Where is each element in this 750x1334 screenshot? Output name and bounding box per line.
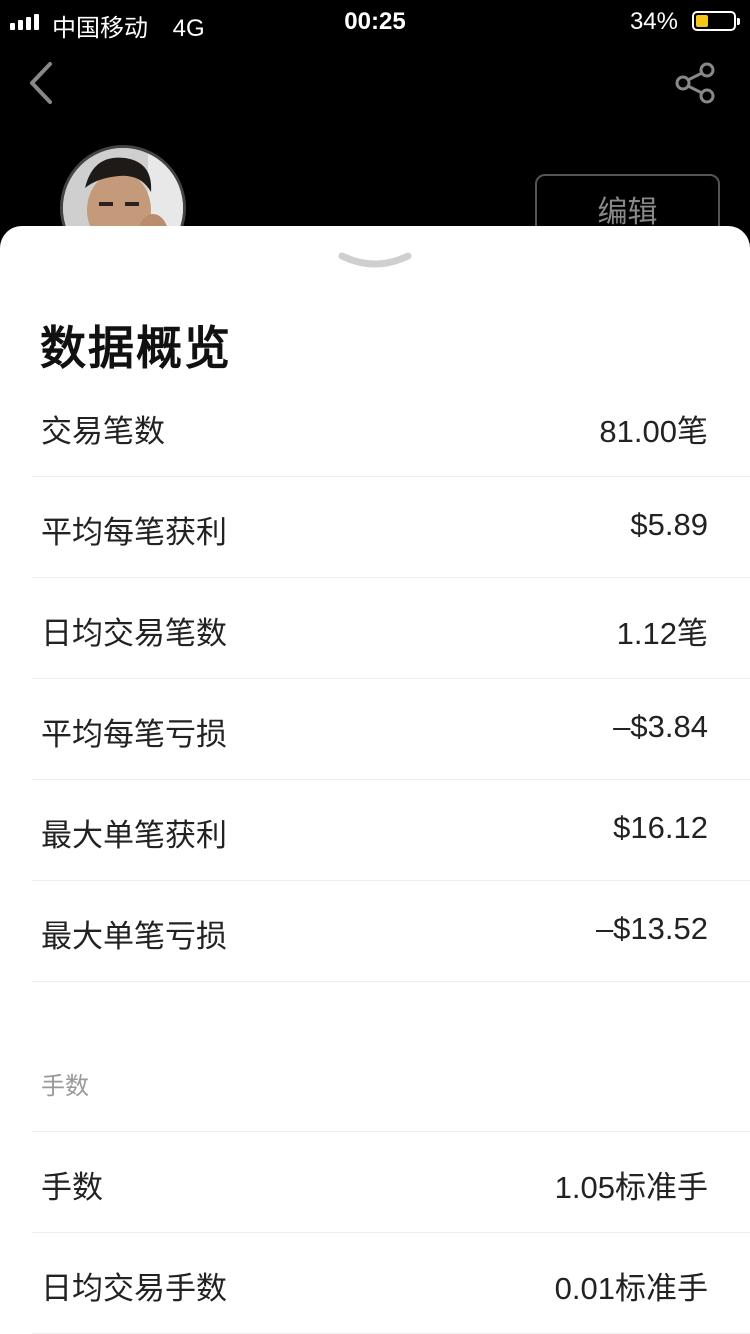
sheet-title: 数据概览 xyxy=(40,322,232,374)
stat-value: 1.05标准手 xyxy=(554,1170,708,1205)
stat-value: –$13.52 xyxy=(595,911,708,946)
stat-value: 81.00笔 xyxy=(599,414,708,449)
stat-value: 0.01标准手 xyxy=(554,1271,708,1306)
stat-row-avg-profit: 平均每笔获利 $5.89 xyxy=(32,477,750,578)
stat-row-avg-loss: 平均每笔亏损 –$3.84 xyxy=(32,679,750,780)
battery-percent: 34% xyxy=(629,8,678,35)
sheet-collapse-handle[interactable] xyxy=(338,250,412,274)
status-bar: 中国移动 4G 00:25 34% xyxy=(0,0,750,42)
share-icon xyxy=(675,62,715,104)
stat-row-max-profit: 最大单笔获利 $16.12 xyxy=(32,780,750,881)
chevron-left-icon xyxy=(30,62,52,104)
stat-row-daily-lots: 日均交易手数 0.01标准手 xyxy=(32,1233,750,1334)
section-header-lots: 手数 xyxy=(32,982,750,1132)
stat-value: –$3.84 xyxy=(613,709,708,744)
chevron-down-icon xyxy=(338,252,412,268)
stat-label: 最大单笔亏损 xyxy=(41,919,227,954)
section-label: 手数 xyxy=(41,1073,89,1100)
stat-value: 1.12笔 xyxy=(616,616,708,651)
back-button[interactable] xyxy=(26,58,66,108)
stat-row-max-loss: 最大单笔亏损 –$13.52 xyxy=(32,881,750,982)
share-button[interactable] xyxy=(674,62,718,104)
stat-label: 手数 xyxy=(41,1170,103,1205)
stat-label: 最大单笔获利 xyxy=(41,818,227,853)
stat-row-daily-trades: 日均交易笔数 1.12笔 xyxy=(32,578,750,679)
data-overview-sheet: 数据概览 交易笔数 81.00笔 平均每笔获利 $5.89 日均交易笔数 1.1… xyxy=(0,226,750,1334)
stat-row-lots: 手数 1.05标准手 xyxy=(32,1132,750,1233)
stats-list: 交易笔数 81.00笔 平均每笔获利 $5.89 日均交易笔数 1.12笔 平均… xyxy=(32,376,750,1334)
stat-value: $5.89 xyxy=(630,507,708,542)
stat-label: 平均每笔获利 xyxy=(41,515,227,550)
stat-value: $16.12 xyxy=(613,810,708,845)
stat-row-trade-count: 交易笔数 81.00笔 xyxy=(32,376,750,477)
stat-label: 日均交易笔数 xyxy=(41,616,227,651)
battery-icon xyxy=(692,11,740,31)
stat-label: 平均每笔亏损 xyxy=(41,717,227,752)
stat-label: 日均交易手数 xyxy=(41,1271,227,1306)
stat-label: 交易笔数 xyxy=(41,414,165,449)
